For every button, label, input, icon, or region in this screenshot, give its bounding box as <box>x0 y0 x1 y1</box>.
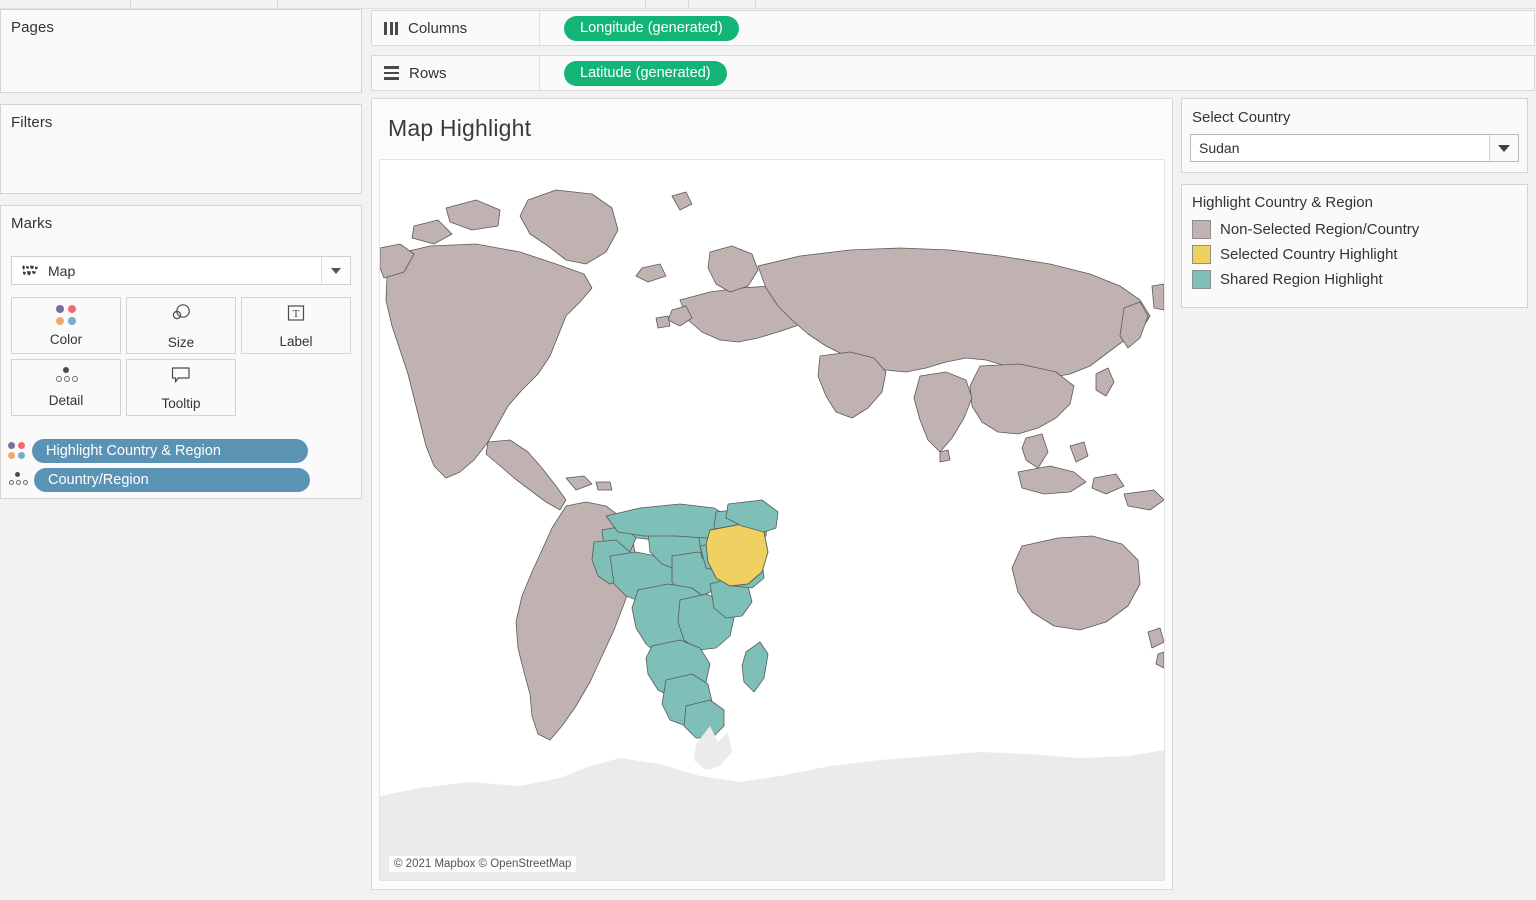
select-country-value: Sudan <box>1199 140 1240 156</box>
chevron-down-icon[interactable] <box>1489 135 1518 161</box>
legend-swatch <box>1192 270 1211 289</box>
legend-swatch <box>1192 245 1211 264</box>
pill-longitude[interactable]: Longitude (generated) <box>564 15 739 41</box>
detail-button-label: Detail <box>48 393 84 408</box>
legend-swatch <box>1192 220 1211 239</box>
pages-title: Pages <box>11 19 55 36</box>
legend-title: Highlight Country & Region <box>1192 194 1373 211</box>
right-panel: Select Country Sudan Highlight Country &… <box>1181 98 1528 308</box>
tooltip-button[interactable]: Tooltip <box>126 359 236 416</box>
worksheet-view: Map Highlight © 2021 Mapbox © OpenStreet… <box>371 98 1173 890</box>
mark-type-dropdown[interactable]: Map <box>11 256 351 285</box>
size-button[interactable]: Size <box>126 297 236 354</box>
color-button-label: Color <box>49 332 83 347</box>
filters-title: Filters <box>11 114 53 131</box>
detail-button[interactable]: Detail <box>11 359 121 416</box>
toolbar-strip <box>0 0 1536 9</box>
marks-title: Marks <box>11 215 53 232</box>
size-button-label: Size <box>167 334 195 350</box>
size-circles-icon <box>169 302 193 329</box>
legend-label: Shared Region Highlight <box>1220 271 1383 288</box>
marks-pill-country-region[interactable]: Country/Region <box>34 468 310 492</box>
color-dots-icon <box>55 304 77 326</box>
map-canvas[interactable]: © 2021 Mapbox © OpenStreetMap <box>379 159 1165 881</box>
label-button[interactable]: T Label <box>241 297 351 354</box>
toolbar-divider <box>688 0 689 8</box>
select-country-filter-card: Select Country Sudan <box>1181 98 1528 173</box>
marks-buttons: Color Size T Label Detail Tooltip <box>11 297 351 421</box>
columns-bars-icon <box>384 21 398 35</box>
world-map[interactable] <box>380 160 1164 880</box>
left-shelf-column: Pages Filters Marks Map Color Size T Lab… <box>0 9 362 499</box>
detail-dots-icon <box>8 471 28 489</box>
columns-shelf-label: Columns <box>372 11 540 45</box>
legend-item-shared-region[interactable]: Shared Region Highlight <box>1192 270 1519 289</box>
filters-card[interactable]: Filters <box>0 104 362 194</box>
pages-card[interactable]: Pages <box>0 9 362 93</box>
tooltip-button-label: Tooltip <box>161 395 201 411</box>
detail-dots-icon <box>54 367 78 387</box>
rows-shelf[interactable]: Rows Latitude (generated) <box>371 55 1535 91</box>
map-attribution: © 2021 Mapbox © OpenStreetMap <box>389 856 577 872</box>
legend-label: Non-Selected Region/Country <box>1220 221 1420 238</box>
label-button-label: Label <box>279 333 313 349</box>
page-title: Map Highlight <box>388 115 532 141</box>
marks-pill-row: Highlight Country & Region <box>8 439 310 463</box>
rows-shelf-label: Rows <box>372 56 540 90</box>
world-map-icon <box>21 264 39 277</box>
color-dots-icon <box>8 442 26 460</box>
tableau-worksheet: Pages Filters Marks Map Color Size T Lab… <box>0 0 1536 900</box>
columns-shelf[interactable]: Columns Longitude (generated) <box>371 10 1535 46</box>
select-country-label: Select Country <box>1192 109 1291 126</box>
toolbar-divider <box>645 0 646 8</box>
color-legend-card: Highlight Country & Region Non-Selected … <box>1181 184 1528 308</box>
select-country-dropdown[interactable]: Sudan <box>1190 134 1519 162</box>
toolbar-divider <box>755 0 756 8</box>
legend-label: Selected Country Highlight <box>1220 246 1398 263</box>
marks-pill-highlight-country-region[interactable]: Highlight Country & Region <box>32 439 308 463</box>
color-button[interactable]: Color <box>11 297 121 354</box>
marks-pill-list: Highlight Country & Region Country/Regio… <box>8 439 310 497</box>
mark-type-label: Map <box>48 262 76 279</box>
tooltip-bubble-icon <box>170 365 192 390</box>
legend-item-non-selected[interactable]: Non-Selected Region/Country <box>1192 220 1519 239</box>
toolbar-divider <box>277 0 278 8</box>
marks-pill-row: Country/Region <box>8 468 310 492</box>
toolbar-divider <box>130 0 131 8</box>
chevron-down-icon[interactable] <box>321 257 350 284</box>
svg-text:T: T <box>293 308 300 320</box>
legend-item-selected-country[interactable]: Selected Country Highlight <box>1192 245 1519 264</box>
rows-lines-icon <box>384 66 399 80</box>
pill-latitude[interactable]: Latitude (generated) <box>564 60 727 86</box>
label-t-icon: T <box>286 303 306 328</box>
